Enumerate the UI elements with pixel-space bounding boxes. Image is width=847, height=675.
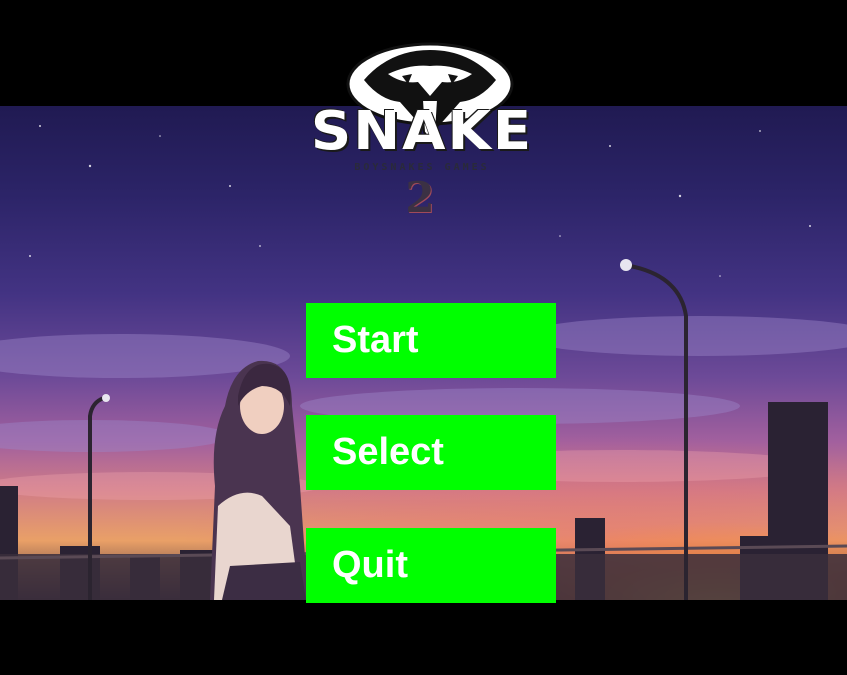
quit-button[interactable]: Quit (306, 528, 556, 603)
logo-number: 2 (405, 173, 435, 222)
letterbox-bottom (0, 600, 847, 675)
quit-button-label: Quit (332, 544, 408, 586)
start-button[interactable]: Start (306, 303, 556, 378)
logo-subtitle: BOYSNAKES GAMES (354, 162, 490, 173)
select-button[interactable]: Select (306, 415, 556, 490)
select-button-label: Select (332, 431, 444, 473)
start-button-label: Start (332, 319, 419, 361)
game-screen: SNAKE BOYSNAKES GAMES 2 Start Select Qui… (0, 0, 847, 675)
logo-title: SNAKE (310, 100, 534, 163)
